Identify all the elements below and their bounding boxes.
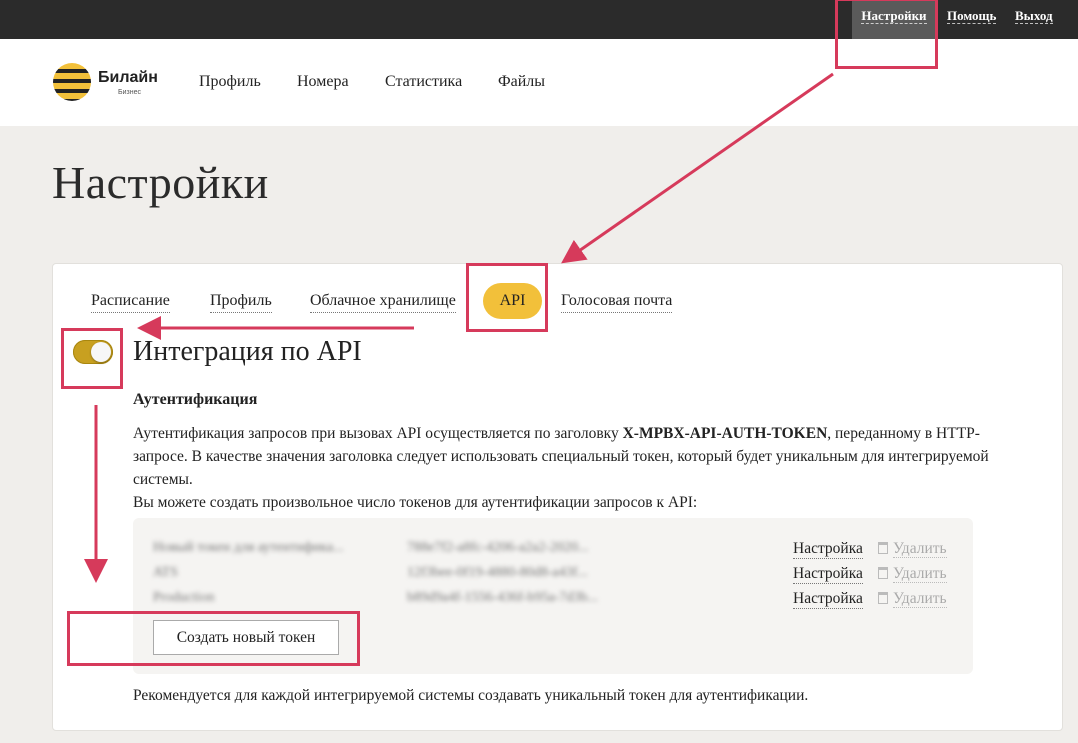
annotation-arrows [84,72,834,583]
arrow-to-api-tab [561,72,834,264]
